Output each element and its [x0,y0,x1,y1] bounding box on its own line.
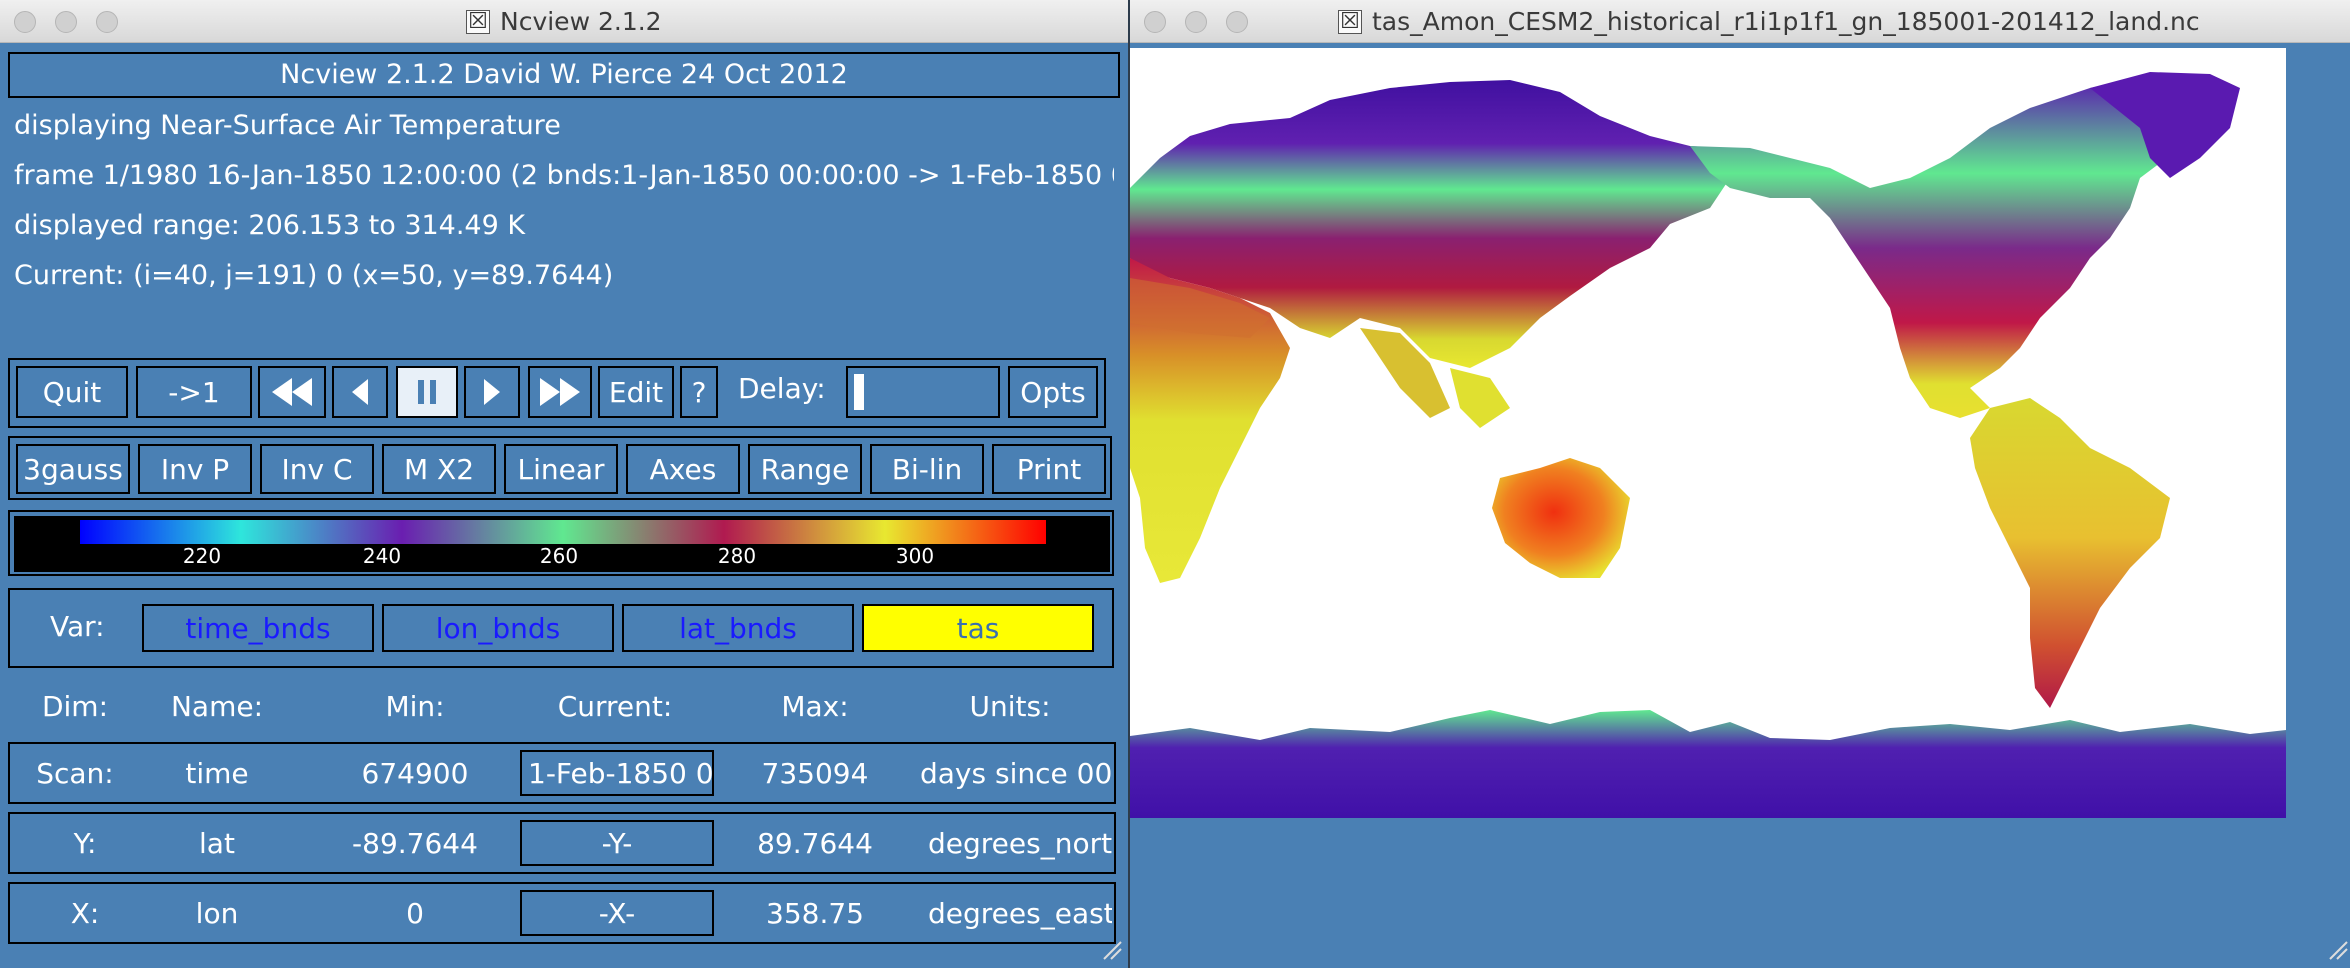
x11-icon: ☒ [1338,9,1362,34]
dim-row-current-button[interactable]: 1-Feb-1850 00 [520,750,714,796]
close-window-button[interactable] [14,11,36,33]
step-backward-button[interactable] [332,366,388,418]
displaying-label: displaying Near-Surface Air Temperature [14,110,561,141]
dim-row-units: degrees_nort [928,827,1112,860]
dim-row-units: degrees_east [928,897,1112,930]
dim-row-current-button[interactable]: -Y- [520,820,714,866]
window-title: tas_Amon_CESM2_historical_r1i1p1f1_gn_18… [1372,7,2200,36]
ncview-titlebar: ☒ Ncview 2.1.2 [0,0,1128,43]
current-header: Current: [557,690,673,723]
version-label-box: Ncview 2.1.2 David W. Pierce 24 Oct 2012 [8,52,1120,98]
current-label: Current: (i=40, j=191) 0 (x=50, y=89.764… [14,260,614,291]
option-axes-button[interactable]: Axes [626,444,740,494]
max-header: Max: [781,690,849,723]
window-title: Ncview 2.1.2 [500,7,662,36]
name-header: Name: [170,690,264,723]
delay-slider-thumb[interactable] [854,374,864,410]
var-lon-bnds-button[interactable]: lon_bnds [382,604,614,652]
option-range-button[interactable]: Range [748,444,862,494]
units-header: Units: [969,690,1051,723]
fast-forward-button[interactable] [528,366,592,418]
colorbar-tick-label: 240 [362,544,402,568]
var-time-bnds-button[interactable]: time_bnds [142,604,374,652]
dim-row-label: X: [70,897,100,930]
var-tas-button[interactable]: tas [862,604,1094,652]
pause-icon [418,380,436,404]
colorbar-gradient [80,520,1046,544]
dim-row-max: 735094 [761,757,869,790]
option-linear-button[interactable]: Linear [504,444,618,494]
image-window: ☒ tas_Amon_CESM2_historical_r1i1p1f1_gn_… [1128,0,2350,968]
dim-row-min: 674900 [361,757,469,790]
minimize-window-button[interactable] [1185,11,1207,33]
step-forward-button[interactable] [464,366,520,418]
resize-grip-icon[interactable] [2326,938,2348,960]
zoom-window-button[interactable] [96,11,118,33]
dim-row-max: 358.75 [766,897,864,930]
goto-first-frame-button[interactable]: ->1 [136,366,252,418]
colorbar-tick-label: 300 [895,544,935,568]
dim-row-name: lat [199,827,235,860]
fast-forward-icon [540,378,580,406]
colorbar-tick-label: 260 [539,544,579,568]
pause-button[interactable] [396,366,458,418]
dim-row-min: -89.7644 [352,827,478,860]
quit-button[interactable]: Quit [16,366,128,418]
minimize-window-button[interactable] [55,11,77,33]
dim-row-name: time [185,757,249,790]
colorbar-tick-label: 220 [182,544,222,568]
option-bilin-button[interactable]: Bi-lin [870,444,984,494]
dim-row-min: 0 [406,897,424,930]
x11-icon: ☒ [466,9,490,34]
help-button[interactable]: ? [680,366,718,418]
delay-slider[interactable] [846,366,1000,418]
edit-button[interactable]: Edit [598,366,674,418]
dim-header: Dim: [41,690,109,723]
dim-row-max: 89.7644 [757,827,873,860]
temperature-map[interactable] [1130,48,2286,818]
version-label: Ncview 2.1.2 David W. Pierce 24 Oct 2012 [280,59,848,90]
var-label: Var: [50,610,105,643]
resize-grip-icon[interactable] [1100,938,1122,960]
fast-backward-button[interactable] [258,366,326,418]
dim-row-units: days since 00 [920,757,1112,790]
dim-row-name: lon [195,897,239,930]
image-titlebar: ☒ tas_Amon_CESM2_historical_r1i1p1f1_gn_… [1130,0,2350,43]
step-backward-icon [352,379,368,405]
min-header: Min: [385,690,445,723]
fast-backward-icon [272,378,312,406]
dim-row-label: Scan: [36,757,114,790]
option-inv-p-button[interactable]: Inv P [138,444,252,494]
delay-label: Delay: [738,372,826,405]
var-lat-bnds-button[interactable]: lat_bnds [622,604,854,652]
close-window-button[interactable] [1144,11,1166,33]
option-inv-c-button[interactable]: Inv C [260,444,374,494]
option-print-button[interactable]: Print [992,444,1106,494]
dim-row-label: Y: [73,827,97,860]
option-magnify-button[interactable]: M X2 [382,444,496,494]
step-forward-icon [484,379,500,405]
colorbar-tick-label: 280 [717,544,757,568]
range-label: displayed range: 206.153 to 314.49 K [14,210,526,241]
dim-row-current-button[interactable]: -X- [520,890,714,936]
option-3gauss-button[interactable]: 3gauss [16,444,130,494]
zoom-window-button[interactable] [1226,11,1248,33]
opts-button[interactable]: Opts [1008,366,1098,418]
frame-label: frame 1/1980 16-Jan-1850 12:00:00 (2 bnd… [14,160,1114,191]
ncview-window: ☒ Ncview 2.1.2 Ncview 2.1.2 David W. Pie… [0,0,1128,968]
